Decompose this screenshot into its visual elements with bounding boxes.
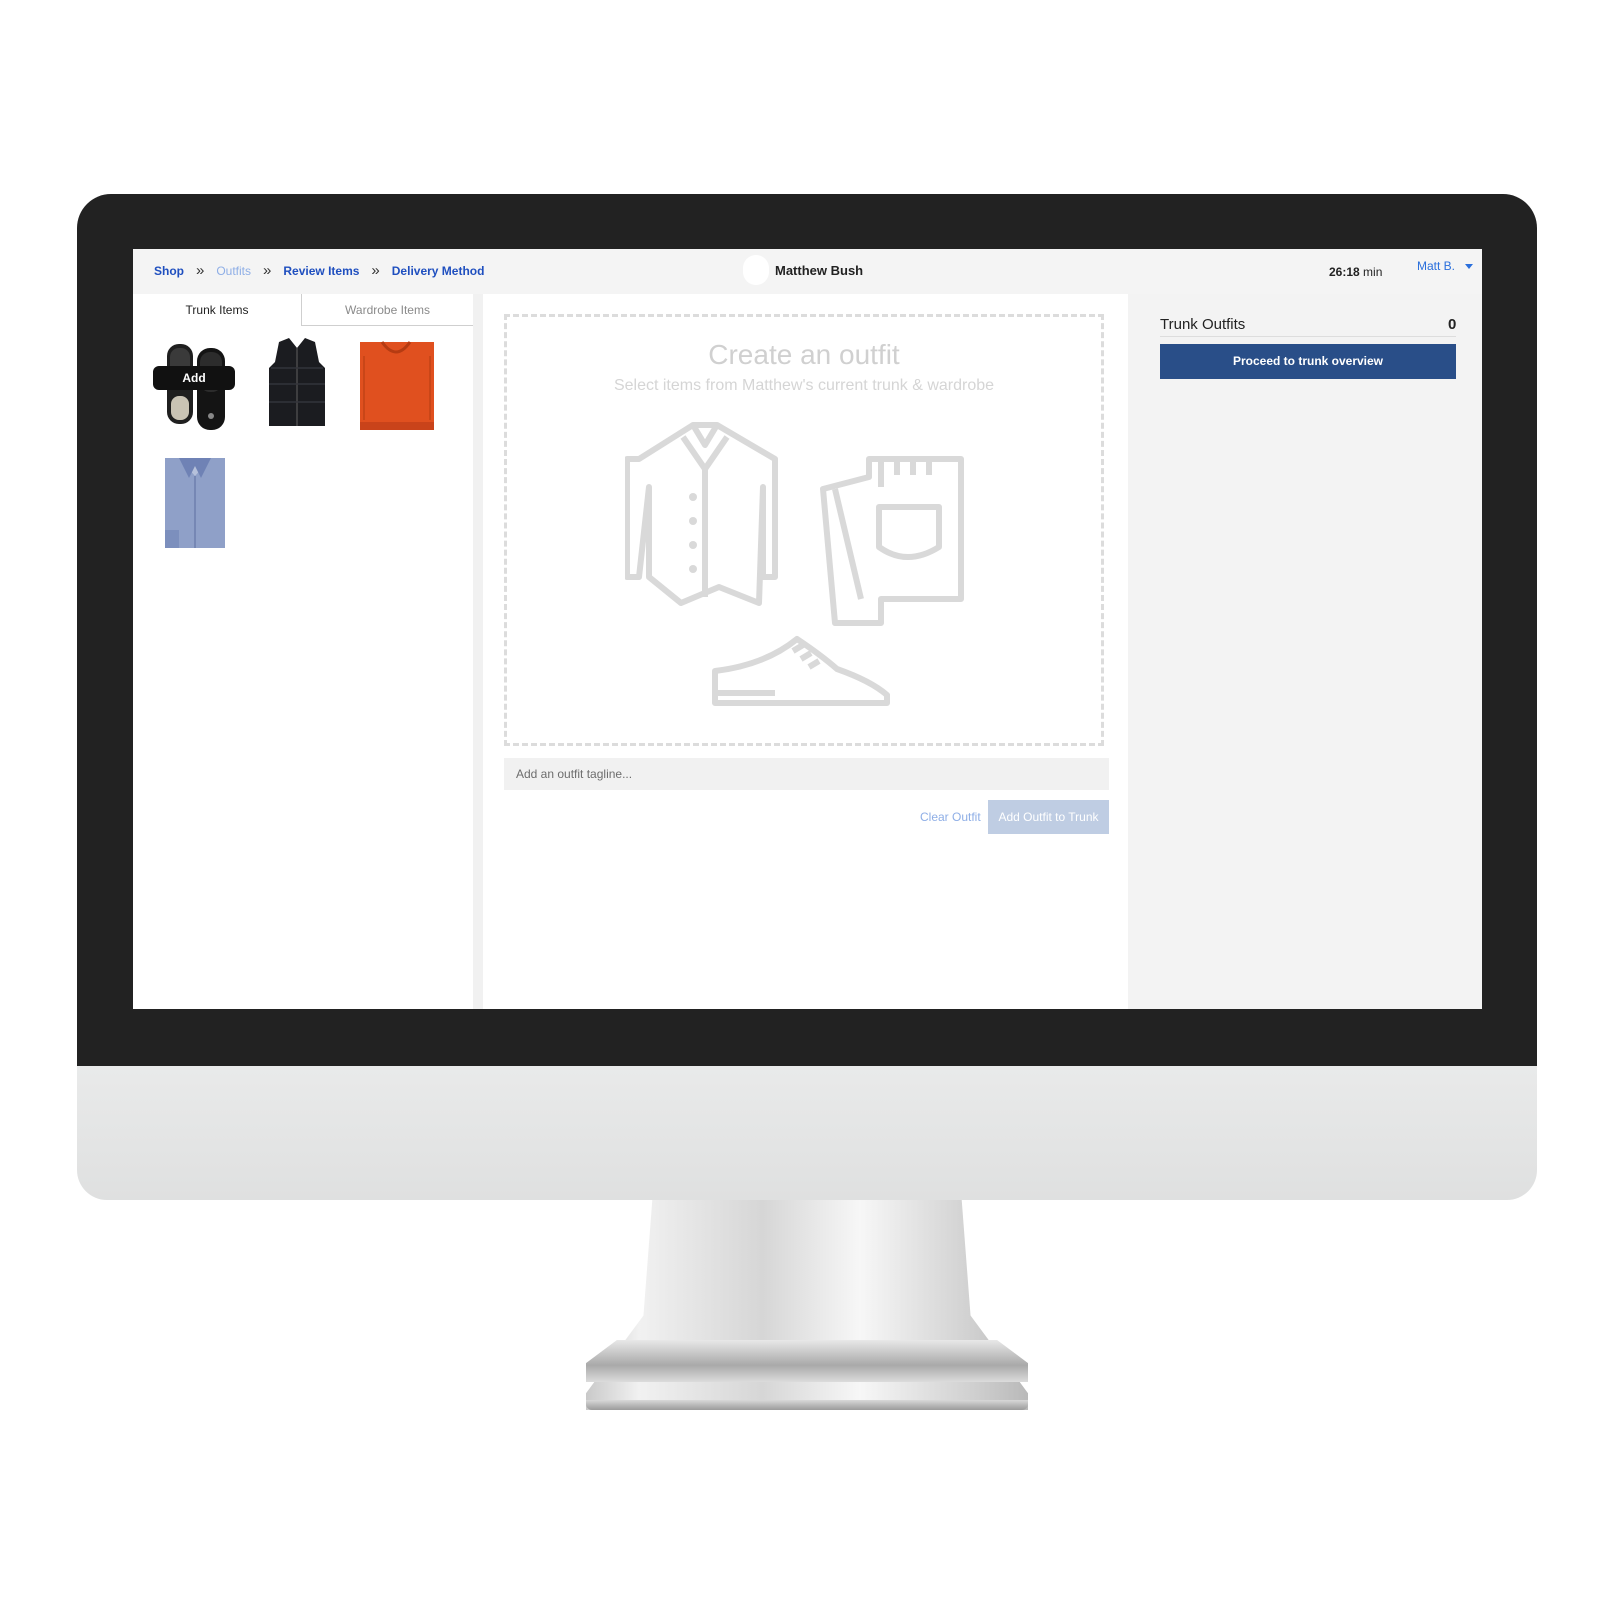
- monitor-chin: [77, 1066, 1537, 1200]
- breadcrumb-separator: »: [371, 262, 380, 279]
- user-menu[interactable]: Matt B.: [1417, 259, 1474, 273]
- add-outfit-to-trunk-button[interactable]: Add Outfit to Trunk: [988, 800, 1109, 834]
- outfit-tagline-input[interactable]: [504, 758, 1109, 790]
- item-dress-shirt[interactable]: [153, 452, 237, 550]
- add-item-button[interactable]: Add: [153, 366, 235, 390]
- breadcrumb-shop[interactable]: Shop: [154, 264, 184, 278]
- top-bar: Shop » Outfits » Review Items » Delivery…: [133, 249, 1482, 295]
- clothing-placeholder-icon: [625, 422, 964, 706]
- trunk-outfits-panel: Trunk Outfits 0 Proceed to trunk overvie…: [1128, 294, 1482, 1009]
- timer-value: 26:18: [1329, 265, 1360, 279]
- timer-unit: min: [1363, 265, 1383, 279]
- item-sneakers[interactable]: Add: [153, 336, 237, 434]
- dress-shirt-icon: [165, 458, 225, 548]
- breadcrumb-outfits[interactable]: Outfits: [216, 264, 251, 278]
- item-orange-sweater[interactable]: [354, 336, 438, 434]
- puffer-vest-icon: [269, 338, 325, 426]
- trunk-outfits-count: 0: [1448, 316, 1457, 333]
- proceed-to-trunk-overview-button[interactable]: Proceed to trunk overview: [1160, 344, 1456, 379]
- panel-divider: [473, 294, 483, 1009]
- breadcrumb-separator: »: [263, 262, 272, 279]
- app-screen: Shop » Outfits » Review Items » Delivery…: [133, 249, 1482, 1009]
- session-timer: 26:18 min: [1329, 265, 1382, 279]
- item-puffer-vest[interactable]: [255, 336, 339, 434]
- breadcrumb-separator: »: [196, 262, 205, 279]
- client-name: Matthew Bush: [775, 262, 864, 278]
- outfit-dropzone[interactable]: Create an outfit Select items from Matth…: [504, 314, 1104, 746]
- outfit-builder: Create an outfit Select items from Matth…: [483, 294, 1128, 1009]
- avatar: [743, 255, 769, 285]
- divider: [1160, 336, 1456, 337]
- monitor-stand-base: [586, 1400, 1028, 1410]
- client-header: Matthew Bush: [743, 255, 863, 285]
- tab-wardrobe-items[interactable]: Wardrobe Items: [301, 294, 473, 326]
- user-menu-label: Matt B.: [1417, 259, 1456, 273]
- caret-down-icon: [1465, 263, 1474, 269]
- breadcrumb-delivery-method[interactable]: Delivery Method: [392, 264, 485, 278]
- items-panel: Trunk Items Wardrobe Items Add: [133, 294, 473, 1009]
- clear-outfit-button[interactable]: Clear Outfit: [920, 810, 981, 824]
- breadcrumb: Shop » Outfits » Review Items » Delivery…: [154, 262, 485, 279]
- dropzone-title: Create an outfit: [708, 339, 900, 370]
- tab-trunk-items[interactable]: Trunk Items: [133, 294, 301, 326]
- dropzone-subtitle: Select items from Matthew's current trun…: [613, 377, 995, 394]
- monitor-stand-foot: [586, 1340, 1028, 1382]
- orange-sweater-icon: [360, 341, 434, 430]
- trunk-outfits-title: Trunk Outfits: [1160, 316, 1246, 333]
- breadcrumb-review-items[interactable]: Review Items: [283, 264, 359, 278]
- items-tabs: Trunk Items Wardrobe Items: [133, 294, 473, 326]
